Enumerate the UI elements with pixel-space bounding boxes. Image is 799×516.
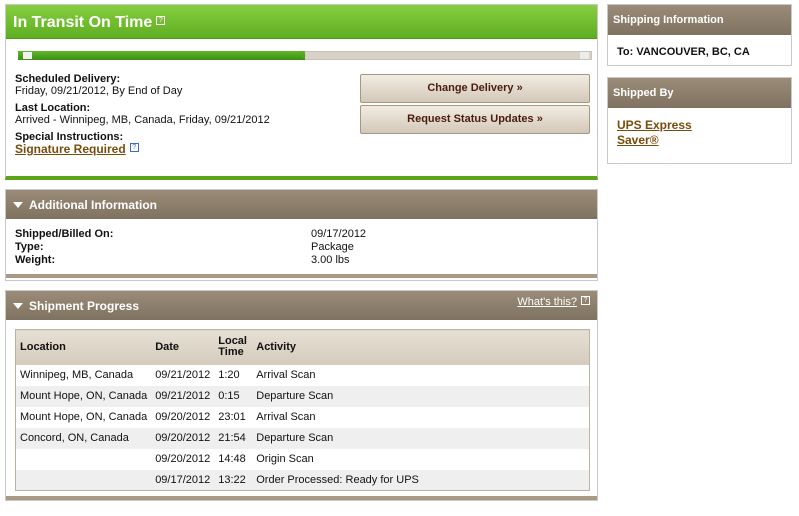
ship-to-value: To: VANCOUVER, BC, CA: [617, 46, 750, 58]
table-row: 09/17/2012 13:22 Order Processed: Ready …: [15, 469, 590, 491]
status-header: In Transit On Time?: [6, 5, 597, 39]
progress-start-marker: [23, 52, 32, 59]
cell-activity: Departure Scan: [252, 427, 590, 449]
column-header-local-time: Local Time: [214, 329, 253, 365]
change-delivery-button[interactable]: Change Delivery »: [360, 74, 590, 103]
delivery-progress-bar: ›: [18, 46, 592, 63]
last-location-label: Last Location:: [15, 102, 91, 114]
cell-location: [16, 449, 152, 470]
help-icon[interactable]: ?: [129, 143, 139, 152]
status-title: In Transit On Time: [13, 14, 153, 31]
shipment-progress-header[interactable]: Shipment Progress What's this??: [6, 291, 597, 320]
cell-time: 13:22: [214, 469, 253, 491]
cell-date: 09/17/2012: [151, 469, 215, 491]
table-row: Concord, ON, Canada 09/20/2012 21:54 Dep…: [15, 427, 590, 449]
status-details: Scheduled Delivery: Friday, 09/21/2012, …: [15, 73, 270, 161]
type-value: Package: [311, 241, 354, 253]
shipment-progress-table: Location Date Local Time Activity Winnip…: [15, 329, 590, 491]
cell-date: 09/21/2012: [155, 369, 211, 381]
column-header-activity: Activity: [252, 329, 590, 365]
cell-time: 1:20: [218, 369, 240, 381]
cell-activity: Arrival Scan: [256, 411, 316, 423]
service-level-link[interactable]: UPS Express Saver®: [617, 118, 707, 148]
cell-activity: Order Processed: Ready for UPS: [252, 469, 590, 491]
cell-activity: Arrival Scan: [256, 369, 316, 381]
cell-location: Concord, ON, Canada: [15, 427, 152, 449]
scheduled-delivery-label: Scheduled Delivery:: [15, 73, 121, 85]
additional-information-body: Shipped/Billed On: 09/17/2012 Type: Pack…: [6, 219, 597, 274]
scheduled-delivery-value: Friday, 09/21/2012, By End of Day: [15, 85, 183, 97]
delivery-status-panel: In Transit On Time? › Scheduled Delivery…: [5, 4, 598, 180]
type-label: Type:: [15, 241, 44, 253]
table-row: Winnipeg, MB, Canada 09/21/2012 1:20 Arr…: [16, 365, 590, 386]
help-icon: ?: [581, 296, 590, 305]
shipped-billed-value: 09/17/2012: [311, 228, 367, 240]
shipment-progress-section: Shipment Progress What's this?? Location…: [5, 290, 598, 501]
cell-time: 0:15: [214, 385, 253, 407]
table-row: Mount Hope, ON, Canada 09/20/2012 23:01 …: [16, 407, 590, 428]
cell-location: [15, 469, 152, 491]
cell-time: 21:54: [214, 427, 253, 449]
help-icon[interactable]: ?: [156, 16, 166, 25]
shipped-by-header: Shipped By: [608, 78, 791, 108]
cell-location: Winnipeg, MB, Canada: [20, 369, 134, 381]
section-divider: [6, 274, 597, 278]
shipping-information-header: Shipping Information: [608, 5, 791, 35]
shipped-by-box: Shipped By UPS Express Saver®: [607, 77, 792, 164]
column-header-date: Date: [151, 329, 215, 365]
progress-arrow-icon: ›: [301, 46, 306, 63]
cell-activity: Origin Scan: [256, 453, 314, 465]
progress-fill: [18, 51, 305, 60]
whats-this-link[interactable]: What's this??: [517, 296, 590, 308]
additional-information-header[interactable]: Additional Information: [6, 190, 597, 219]
cell-date: 09/21/2012: [151, 385, 215, 407]
cell-location: Mount Hope, ON, Canada: [20, 411, 148, 423]
shipping-information-box: Shipping Information To: VANCOUVER, BC, …: [607, 4, 792, 66]
column-header-location: Location: [15, 329, 152, 365]
cell-date: 09/20/2012: [151, 427, 215, 449]
section-title: Shipment Progress: [29, 299, 140, 313]
cell-activity: Departure Scan: [252, 385, 590, 407]
cell-date: 09/20/2012: [155, 453, 211, 465]
weight-value: 3.00 lbs: [311, 254, 350, 266]
table-row: Mount Hope, ON, Canada 09/21/2012 0:15 D…: [15, 385, 590, 407]
cell-time: 14:48: [218, 453, 246, 465]
table-row: 09/20/2012 14:48 Origin Scan: [16, 449, 590, 470]
whats-this-label: What's this?: [517, 296, 577, 308]
additional-information-section: Additional Information Shipped/Billed On…: [5, 189, 598, 281]
cell-date: 09/20/2012: [155, 411, 211, 423]
signature-required-link[interactable]: Signature Required: [15, 142, 126, 156]
last-location-value: Arrived - Winnipeg, MB, Canada, Friday, …: [15, 114, 270, 126]
section-divider: [6, 496, 597, 500]
request-status-updates-button[interactable]: Request Status Updates »: [360, 105, 590, 134]
collapse-triangle-icon: [13, 303, 23, 309]
collapse-triangle-icon: [13, 202, 23, 208]
cell-time: 23:01: [218, 411, 246, 423]
section-title: Additional Information: [29, 198, 157, 212]
progress-end-marker: [580, 52, 589, 59]
weight-label: Weight:: [15, 254, 56, 266]
shipped-billed-label: Shipped/Billed On:: [15, 228, 114, 240]
table-header-row: Location Date Local Time Activity: [15, 329, 590, 365]
cell-location: Mount Hope, ON, Canada: [15, 385, 152, 407]
